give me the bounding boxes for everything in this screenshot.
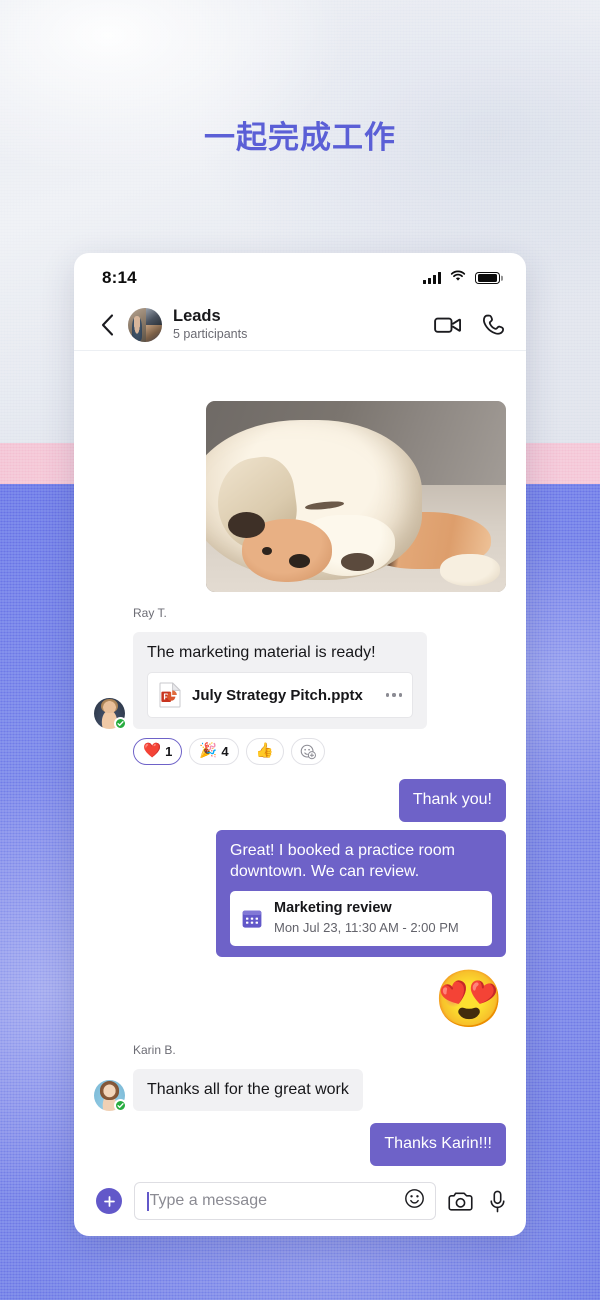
group-avatar[interactable] <box>128 307 162 342</box>
message-text: Thanks all for the great work <box>147 1080 349 1098</box>
reaction-chip-heart[interactable]: ❤️ 1 <box>133 738 183 766</box>
message-input-placeholder: Type a message <box>149 1192 267 1209</box>
chat-participants-count: 5 participants <box>173 327 248 342</box>
back-button[interactable] <box>92 310 122 340</box>
add-reaction-button[interactable] <box>290 738 325 766</box>
message-thread[interactable]: Ray T. The marketing material is ready! <box>74 351 526 1170</box>
camera-icon[interactable] <box>448 1191 473 1212</box>
reaction-chip-thumbsup[interactable]: 👍 <box>245 738 284 766</box>
chat-title: Leads <box>173 306 221 325</box>
file-attachment-card[interactable]: P July Strategy Pitch.pptx <box>147 672 413 719</box>
event-time: Mon Jul 23, 11:30 AM - 2:00 PM <box>274 919 459 935</box>
heart-eyes-emoji-message[interactable]: 😍 <box>434 970 504 1027</box>
microphone-icon[interactable] <box>489 1190 506 1213</box>
plus-icon[interactable] <box>96 1188 122 1214</box>
event-title: Marketing review <box>274 900 392 917</box>
calendar-event-card[interactable]: Marketing review Mon Jul 23, 11:30 AM - … <box>230 891 492 946</box>
message-composer: Type a message <box>74 1170 526 1236</box>
phone-mockup: 8:14 Leads 5 participants Ray T. The mar… <box>74 253 526 1236</box>
presence-available-icon <box>114 1099 127 1113</box>
reaction-count: 1 <box>165 744 173 760</box>
message-bubble-incoming[interactable]: The marketing material is ready! P July … <box>133 631 427 730</box>
message-bubble-incoming[interactable]: Thanks all for the great work <box>133 1068 363 1112</box>
message-sender-name: Karin B. <box>133 1042 176 1057</box>
message-sender-name: Ray T. <box>133 605 167 620</box>
chat-header-actions <box>434 314 504 336</box>
message-text: The marketing material is ready! <box>147 643 376 661</box>
text-cursor <box>147 1191 149 1211</box>
avatar[interactable] <box>94 1080 127 1113</box>
presence-available-icon <box>114 717 127 731</box>
reaction-bar: ❤️ 1 🎉 4 👍 <box>133 738 506 766</box>
message-group-karin: Karin B. Thanks all for the great work <box>94 1042 506 1113</box>
reaction-count: 4 <box>221 744 229 760</box>
message-group-ray: Ray T. The marketing material is ready! <box>94 605 506 766</box>
more-options-icon[interactable] <box>382 693 402 697</box>
phone-handset-icon[interactable] <box>483 314 504 336</box>
heart-reaction-icon: ❤️ <box>143 743 162 760</box>
calendar-icon <box>241 908 263 930</box>
reaction-chip-party[interactable]: 🎉 4 <box>189 738 239 766</box>
chat-title-block[interactable]: Leads 5 participants <box>173 307 434 342</box>
message-input-wrapper[interactable]: Type a message <box>134 1182 436 1220</box>
status-bar-time: 8:14 <box>102 268 137 287</box>
powerpoint-file-icon: P <box>159 682 181 708</box>
message-bubble-outgoing[interactable]: Thank you! <box>398 779 506 822</box>
chat-header: Leads 5 participants <box>74 299 526 351</box>
message-bubble-outgoing[interactable]: Thanks Karin!!! <box>370 1123 506 1166</box>
file-name: July Strategy Pitch.pptx <box>192 686 363 704</box>
wifi-icon <box>450 269 466 287</box>
status-bar: 8:14 <box>74 253 526 299</box>
battery-full-icon <box>475 271 500 285</box>
party-popper-reaction-icon: 🎉 <box>199 743 218 760</box>
message-image[interactable] <box>206 401 506 592</box>
page-headline: 一起完成工作 <box>204 120 396 155</box>
status-bar-icons <box>423 269 500 287</box>
message-text: Great! I booked a practice room downtown… <box>230 841 455 880</box>
avatar[interactable] <box>94 698 127 731</box>
smiley-icon[interactable] <box>404 1188 425 1214</box>
video-camera-icon[interactable] <box>434 315 461 335</box>
cellular-signal-icon <box>423 272 441 284</box>
composer-actions <box>448 1190 506 1213</box>
message-bubble-outgoing[interactable]: Great! I booked a practice room downtown… <box>216 829 506 957</box>
thumbs-up-reaction-icon: 👍 <box>255 743 274 760</box>
